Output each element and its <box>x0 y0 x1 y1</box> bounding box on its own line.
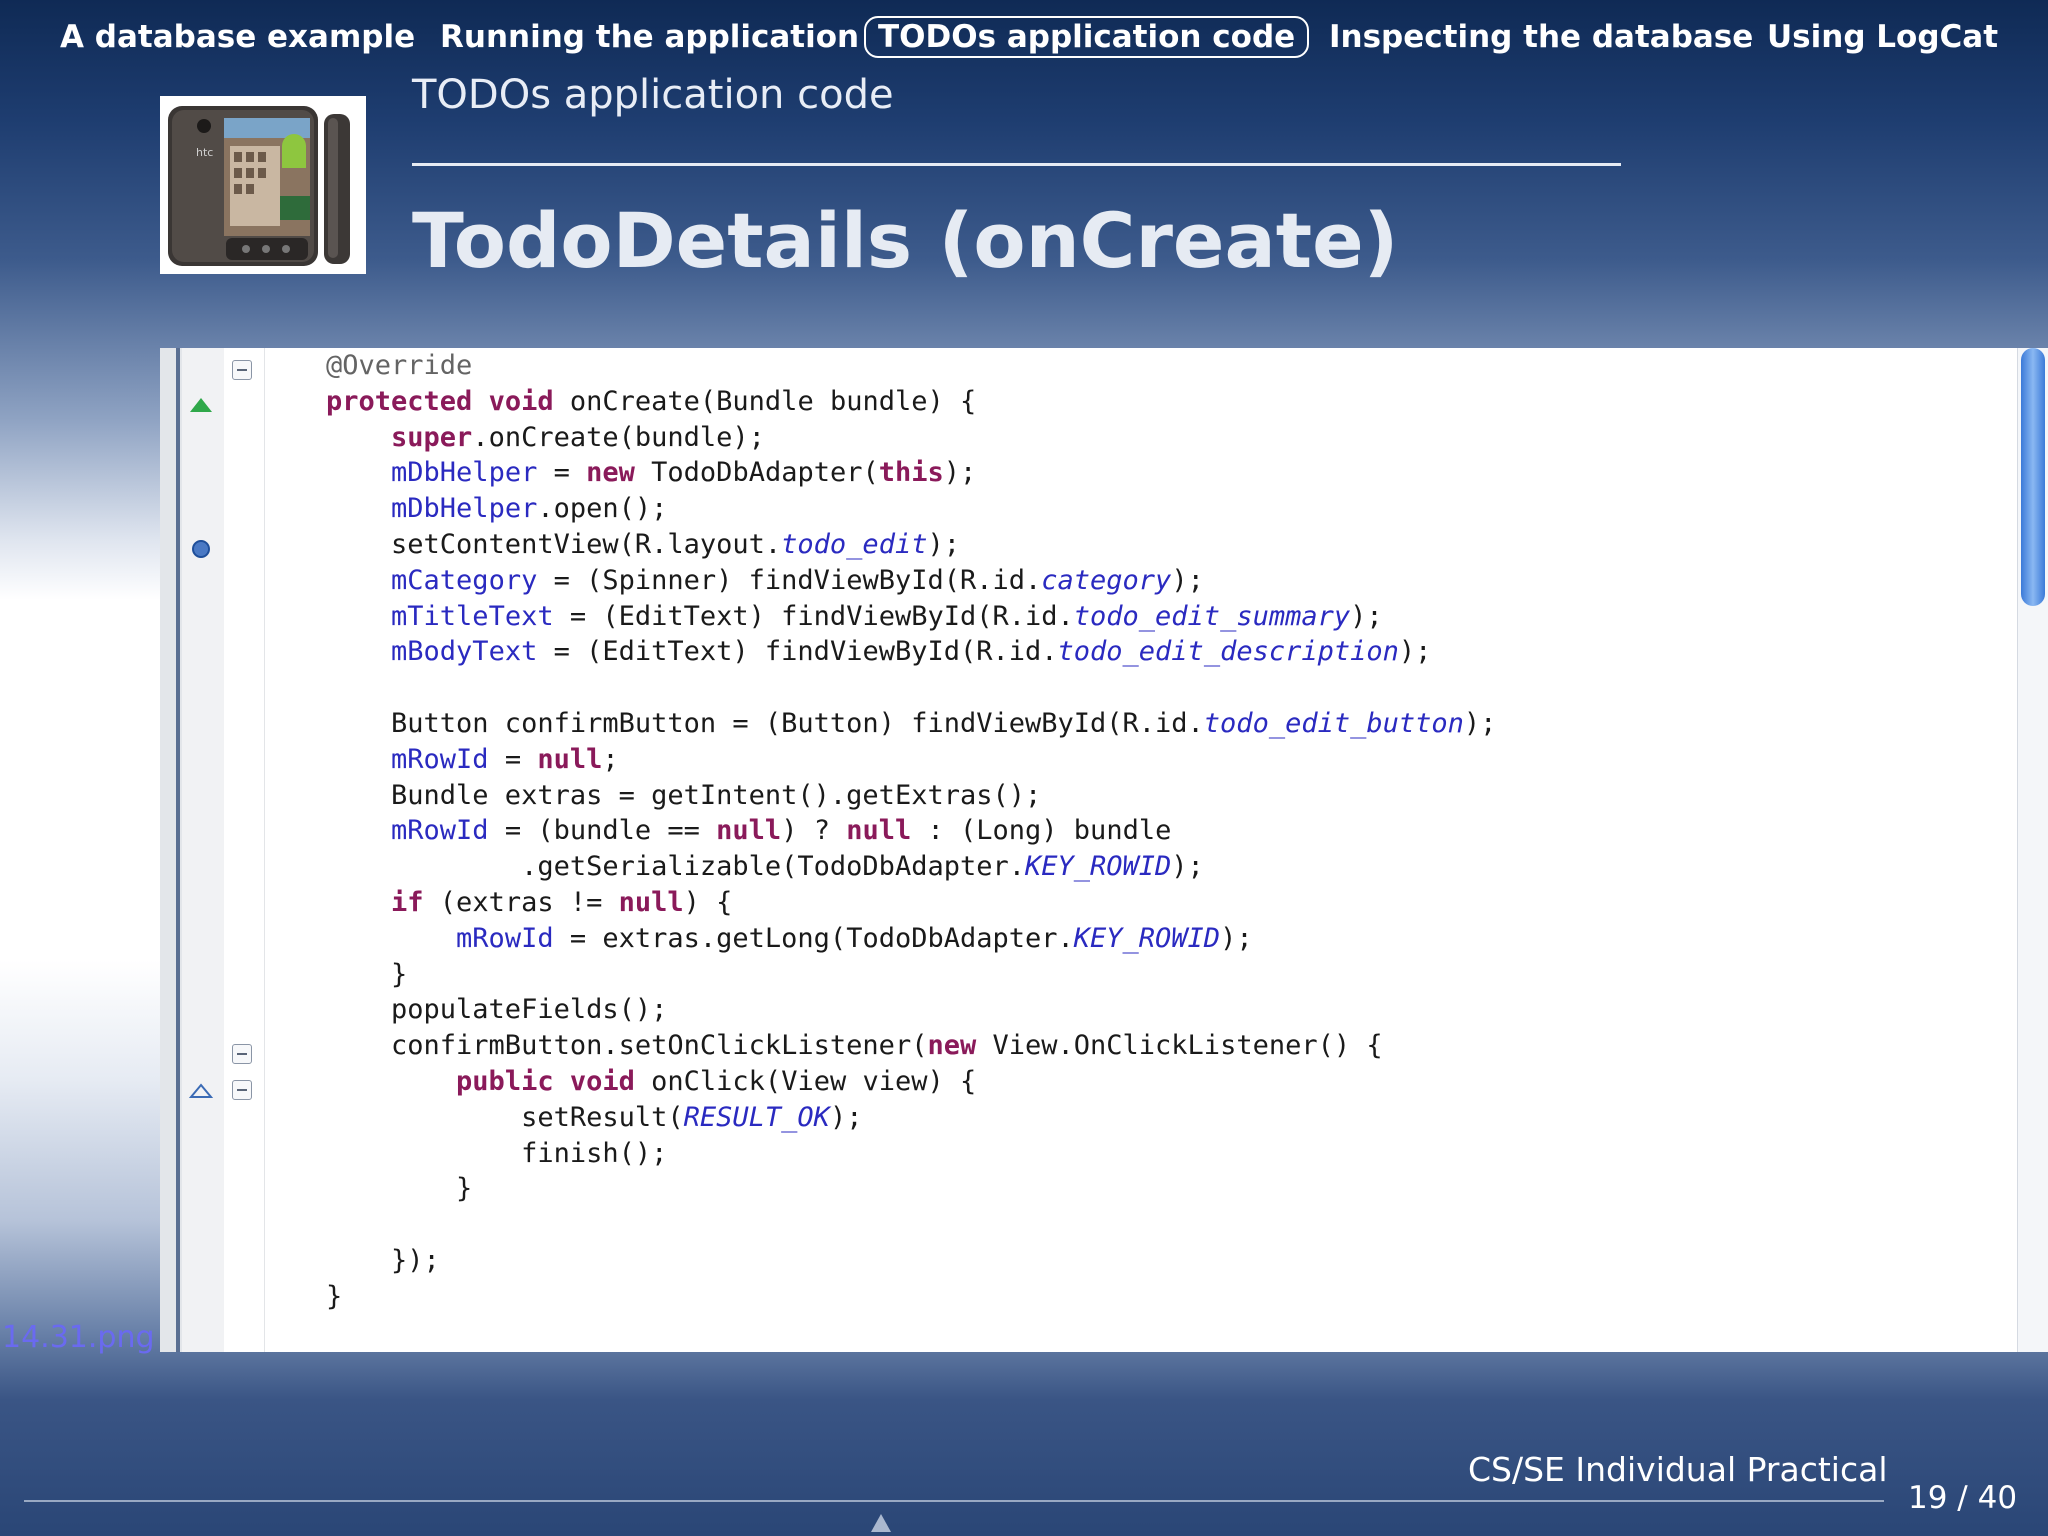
code-line: mRowId = extras.getLong(TodoDbAdapter.KE… <box>456 922 1253 954</box>
code-line: public void onClick(View view) { <box>456 1065 977 1097</box>
scrollbar-thumb[interactable] <box>2021 348 2045 606</box>
code-line: mRowId = (bundle == null) ? null : (Long… <box>391 815 1172 847</box>
code-line: if (extras != null) { <box>391 886 733 918</box>
editor-scrollbar[interactable] <box>2017 348 2048 1352</box>
nav-item-using-logcat[interactable]: Using LogCat <box>1767 16 1998 58</box>
page-number: 19 / 40 <box>1908 1480 2018 1516</box>
editor-folding-column <box>224 348 265 1352</box>
section-title: TODOs application code <box>412 72 894 118</box>
code-line: @Override <box>326 350 473 381</box>
code-line: Bundle extras = getIntent().getExtras(); <box>326 779 1042 811</box>
breakpoint-icon <box>192 540 210 558</box>
code-line: } <box>326 1280 343 1312</box>
code-line: setResult(RESULT_OK); <box>326 1101 863 1133</box>
code-line: mCategory = (Spinner) findViewById(R.id.… <box>391 564 1204 596</box>
fold-toggle-icon[interactable] <box>232 1080 252 1100</box>
code-line: mDbHelper.open(); <box>391 493 668 525</box>
code-line: populateFields(); <box>326 994 668 1026</box>
code-line: } <box>326 1173 473 1205</box>
code-line: }); <box>326 1244 440 1276</box>
code-line: Button confirmButton = (Button) findView… <box>326 707 1497 739</box>
code-line: mTitleText = (EditText) findViewById(R.i… <box>391 600 1383 632</box>
code-line: setContentView(R.layout.todo_edit); <box>326 528 960 560</box>
section-navigation: A database example Running the applicati… <box>0 0 2048 72</box>
editor-marker-ruler <box>182 348 225 1352</box>
fold-toggle-icon[interactable] <box>232 1044 252 1064</box>
implements-marker-icon <box>188 1083 214 1098</box>
nav-item-inspecting-database[interactable]: Inspecting the database <box>1329 16 1753 58</box>
override-marker-icon <box>190 398 212 412</box>
svg-text:htc: htc <box>196 146 213 159</box>
nav-item-todos-code[interactable]: TODOs application code <box>864 16 1310 58</box>
code-line: confirmButton.setOnClickListener(new Vie… <box>326 1030 1383 1062</box>
nav-item-database-example[interactable]: A database example <box>60 16 415 58</box>
code-line: protected void onCreate(Bundle bundle) { <box>326 385 977 417</box>
footer-progress-line <box>24 1500 1884 1502</box>
source-code: @Override protected void onCreate(Bundle… <box>326 348 1496 1315</box>
footer-course-title: CS/SE Individual Practical <box>1468 1450 1888 1489</box>
code-line: mDbHelper = new TodoDbAdapter(this); <box>391 457 977 489</box>
nav-item-running-application[interactable]: Running the application <box>440 16 859 58</box>
fold-toggle-icon[interactable] <box>232 360 252 380</box>
code-editor-screenshot: @Override protected void onCreate(Bundle… <box>160 348 2048 1352</box>
code-line: mRowId = null; <box>391 743 619 775</box>
code-line: super.onCreate(bundle); <box>391 421 765 453</box>
code-line: .getSerializable(TodoDbAdapter.KEY_ROWID… <box>326 851 1204 883</box>
title-divider <box>412 163 1621 166</box>
frame-title: TodoDetails (onCreate) <box>412 196 1399 285</box>
editor-range-indicator <box>176 348 180 1352</box>
code-line: } <box>326 958 408 990</box>
code-line: finish(); <box>326 1137 668 1169</box>
image-filename-label: 14.31.png <box>2 1320 155 1355</box>
code-line: mBodyText = (EditText) findViewById(R.id… <box>391 636 1432 668</box>
phone-logo-image: htc <box>160 96 366 274</box>
nav-arrow-icon[interactable] <box>871 1514 891 1532</box>
